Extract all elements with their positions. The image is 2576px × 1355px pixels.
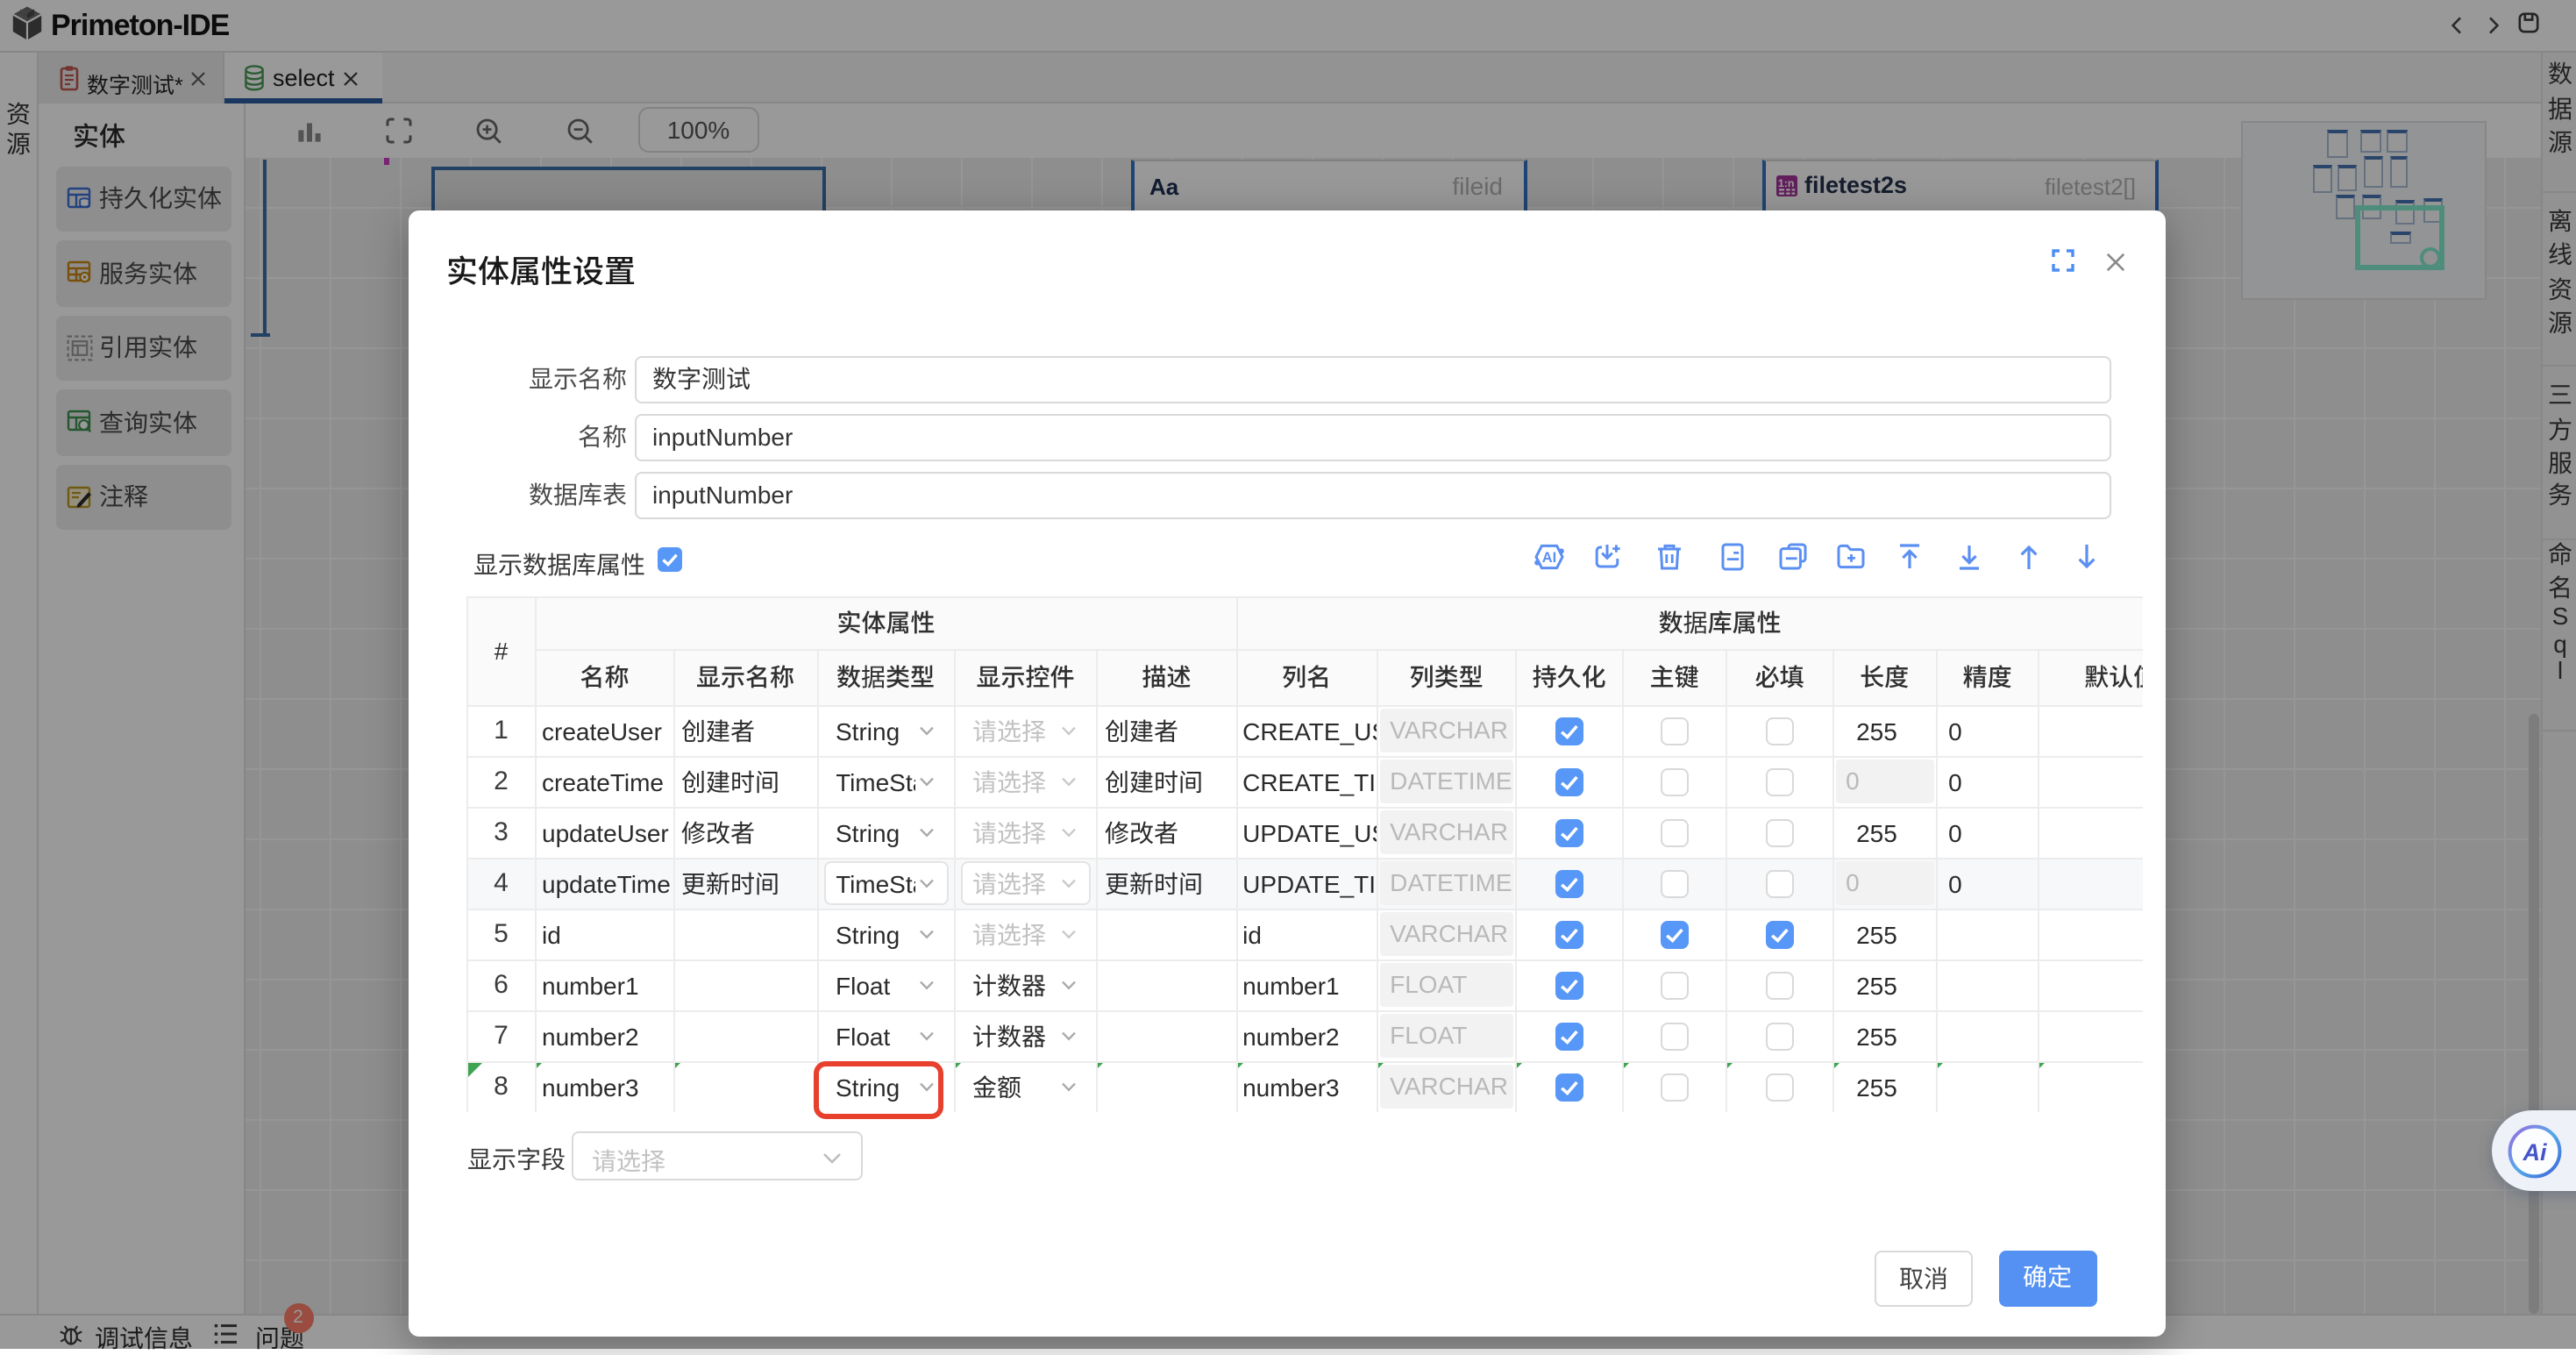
svg-text:Ai: Ai [2523,1138,2547,1165]
svg-text:AI: AI [1542,550,1556,566]
